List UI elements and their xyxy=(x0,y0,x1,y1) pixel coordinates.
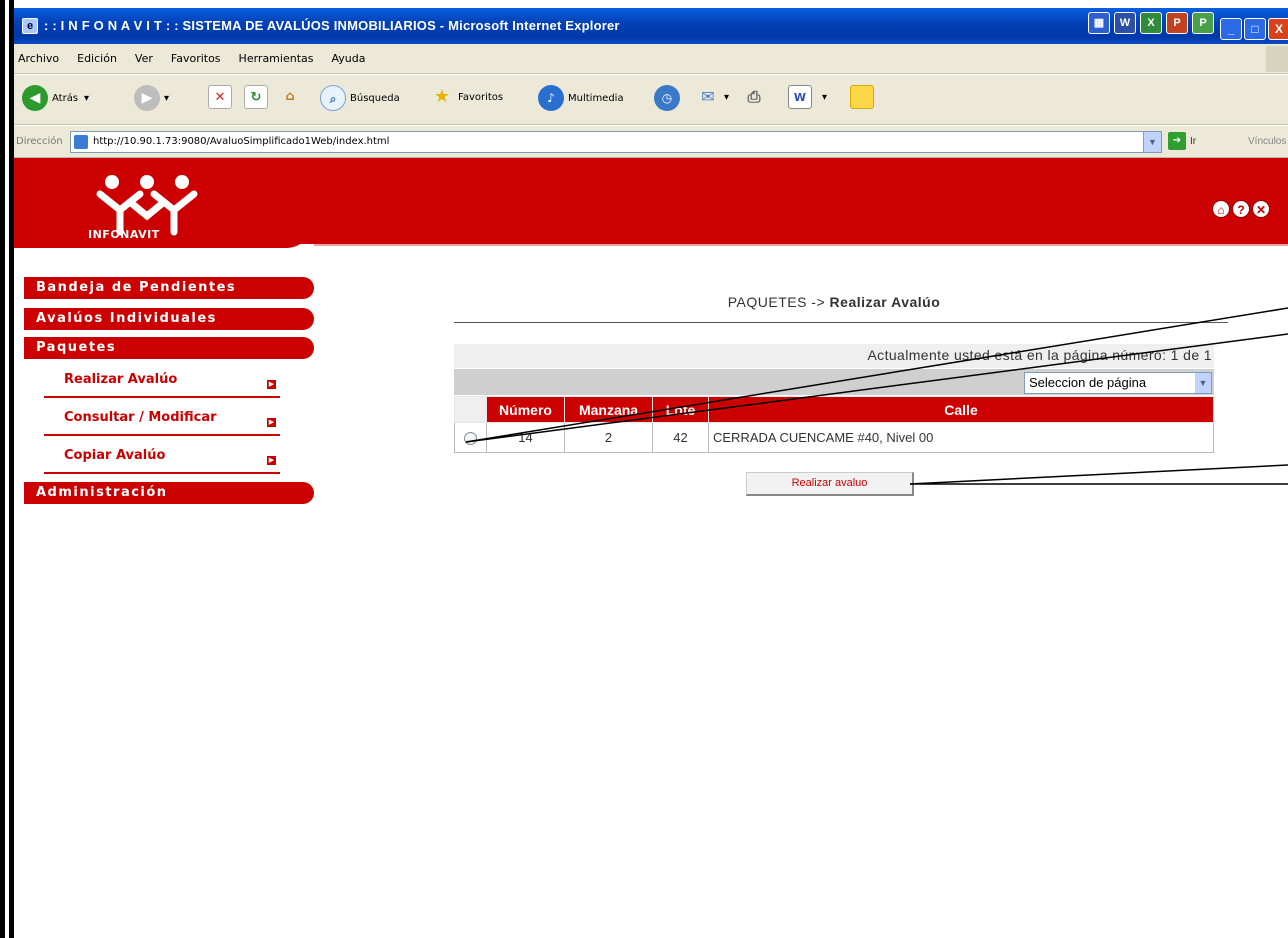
browser-window: e : : I N F O N A V I T : : SISTEMA DE A… xyxy=(14,0,1288,938)
left-frame xyxy=(0,0,14,938)
callout-line xyxy=(465,307,1288,443)
callout-lines xyxy=(465,307,1288,485)
callout-line xyxy=(465,333,1288,443)
callout-line xyxy=(909,464,1288,485)
